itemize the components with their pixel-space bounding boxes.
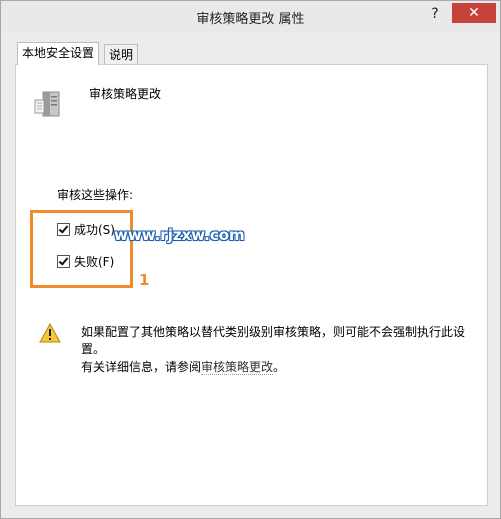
- more-info-line: 有关详细信息，请参阅审核策略更改。: [81, 358, 285, 375]
- close-icon: ✕: [468, 5, 480, 21]
- watermark-text: www.rjzxw.com: [114, 226, 245, 244]
- help-button[interactable]: ?: [421, 3, 449, 25]
- title-bar[interactable]: 审核策略更改 属性 ? ✕: [1, 1, 500, 32]
- audit-operations-label: 审核这些操作:: [57, 188, 134, 202]
- window-title: 审核策略更改 属性: [196, 12, 305, 27]
- warning-icon: [39, 322, 61, 346]
- more-info-link[interactable]: 审核策略更改: [201, 360, 274, 375]
- more-info-suffix: 。: [273, 360, 286, 374]
- properties-window: 审核策略更改 属性 ? ✕ 本地安全设置 说明 审核策略更改 审核这些操作: 成…: [0, 0, 501, 519]
- close-button[interactable]: ✕: [452, 3, 496, 23]
- annotation-highlight-box: [30, 210, 133, 288]
- policy-name: 审核策略更改: [89, 87, 162, 101]
- warning-text: 如果配置了其他策略以替代类别级别审核策略，则可能不会强制执行此设置。: [81, 325, 466, 356]
- more-info-prefix: 有关详细信息，请参阅: [81, 360, 202, 374]
- tab-explain[interactable]: 说明: [104, 44, 139, 65]
- tab-local-security-setting[interactable]: 本地安全设置: [17, 42, 100, 65]
- server-icon: [31, 84, 71, 121]
- annotation-number: 1: [139, 271, 150, 289]
